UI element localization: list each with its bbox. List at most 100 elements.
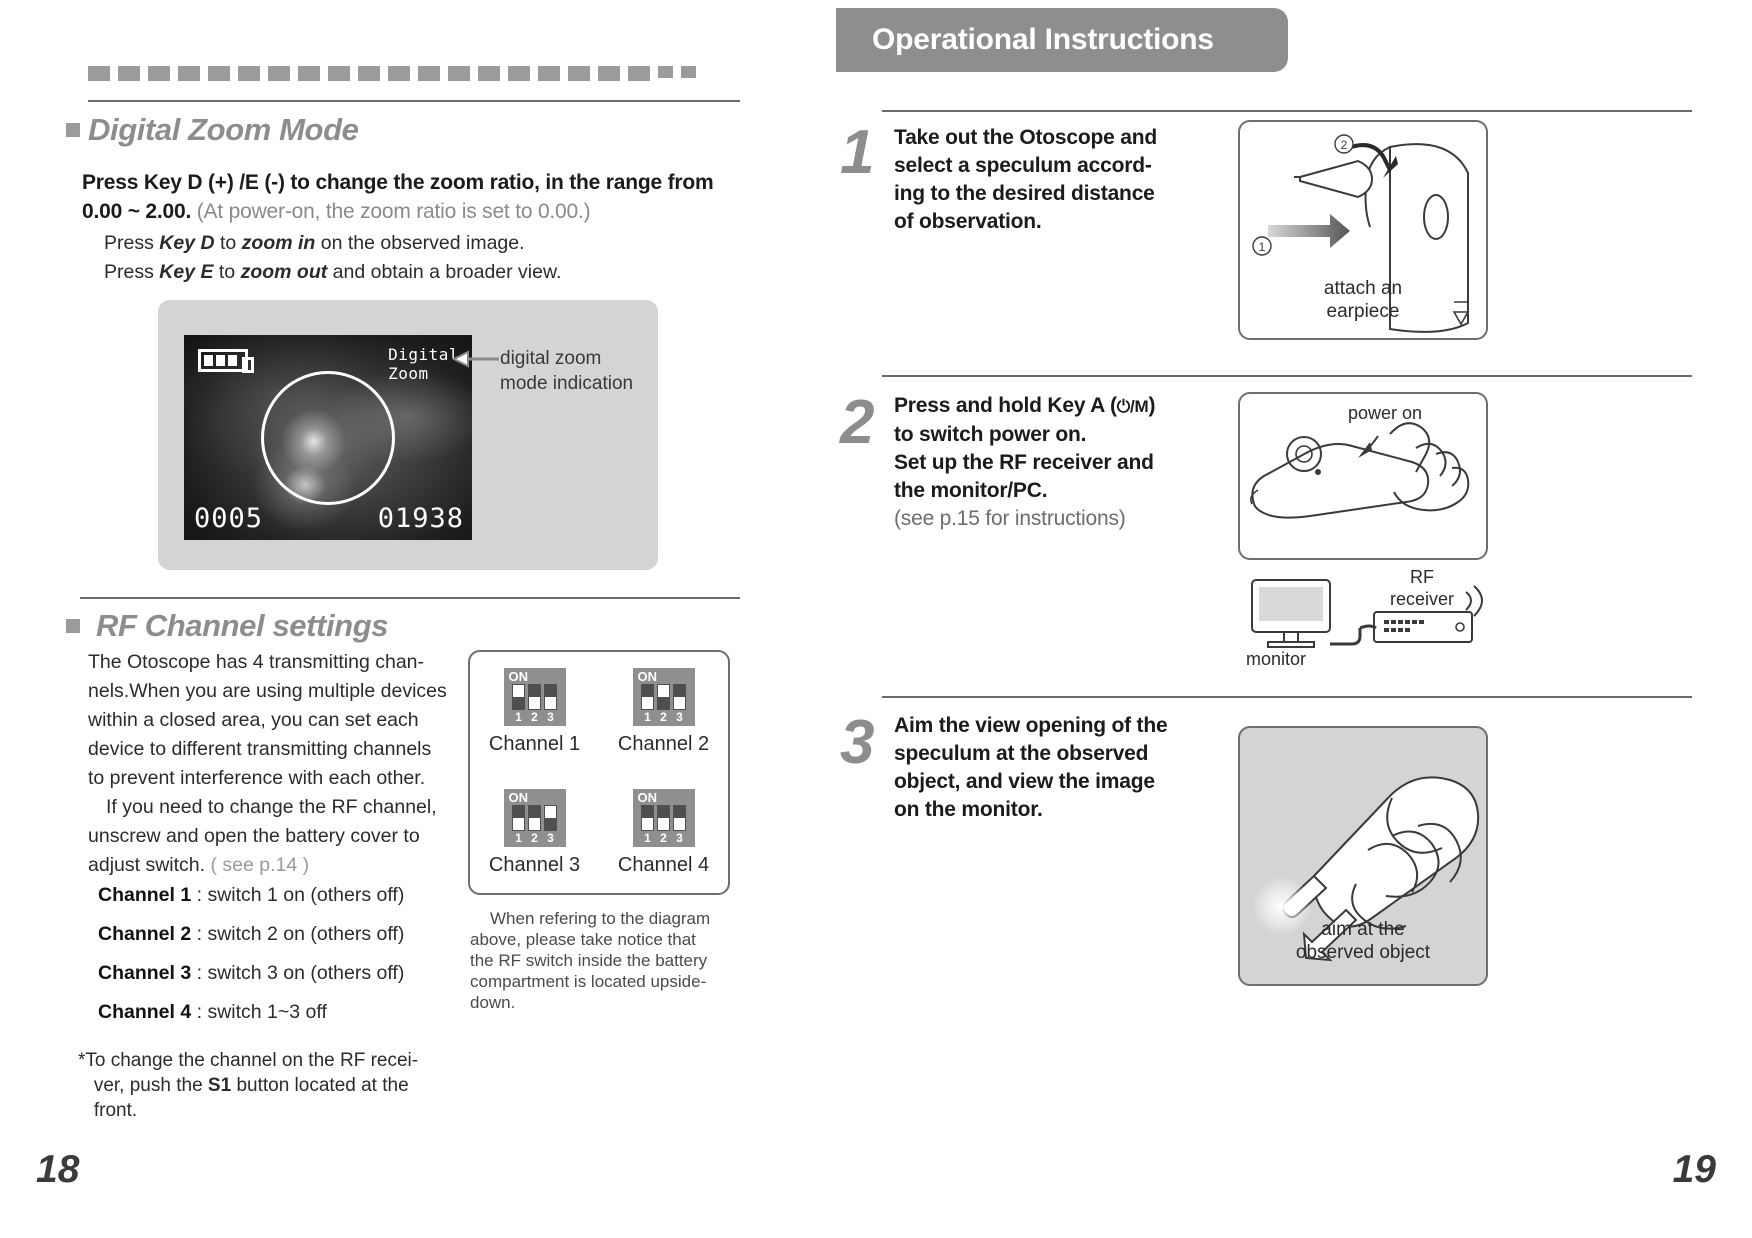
s1-button-label: S1 xyxy=(207,1075,232,1096)
dip-switch-diagram-box: ON 1 2 3 Channel 1 ON 1 2 3 Channel 2 ON… xyxy=(468,650,730,895)
step-2-line-3: Set up the RF receiver and xyxy=(894,451,1154,474)
callout-line-2: mode indication xyxy=(500,373,634,394)
lcd-counter-left: 0005 xyxy=(194,503,264,534)
dip-on-label: ON xyxy=(508,789,529,805)
dip-label-channel-3: Channel 3 xyxy=(488,853,581,876)
dip-label-channel-1: Channel 1 xyxy=(488,733,581,756)
square-bullet-icon xyxy=(66,619,80,633)
divider-step-3 xyxy=(882,696,1692,698)
step-1-line-2: select a speculum accord- xyxy=(894,154,1152,177)
dip-num-2: 2 xyxy=(531,710,538,725)
key-d-post: on the observed image. xyxy=(315,232,525,254)
key-e-mid: to xyxy=(213,261,241,283)
step-1-caption-line-2: earpiece xyxy=(1326,301,1400,322)
illustration-step-1: 1 2 attach an earpiece xyxy=(1238,120,1488,340)
step-3-caption-line-1: aim at the xyxy=(1321,919,1405,940)
dip-note-line-3: the RF switch inside the battery xyxy=(470,951,708,970)
rf-page-reference: ( see p.14 ) xyxy=(210,854,310,876)
rf-p2-line1: If you need to change the RF channel, xyxy=(106,796,437,818)
channel-setting-row: Channel 2 : switch 2 on (others off) xyxy=(98,921,404,948)
channel-2-desc: : switch 2 on (others off) xyxy=(191,923,405,945)
rf-p2-line2: unscrew and open the battery cover to xyxy=(88,825,420,847)
channel-4-name: Channel 4 xyxy=(98,1001,192,1023)
illustration-step-3-caption: aim at the observed object xyxy=(1240,918,1486,964)
channel-4-desc: : switch 1~3 off xyxy=(191,1001,327,1023)
key-d-mid: to xyxy=(214,232,242,254)
svg-text:2: 2 xyxy=(1341,138,1348,152)
zoom-region-circle xyxy=(261,370,395,505)
key-d-pre: Press xyxy=(104,232,160,254)
dip-rocker-3 xyxy=(544,804,557,831)
channel-1-desc: : switch 1 on (others off) xyxy=(191,884,405,906)
dip-label-channel-2: Channel 2 xyxy=(617,733,710,756)
dip-rocker-1 xyxy=(512,684,525,711)
page-number-left: 18 xyxy=(36,1148,80,1191)
step-2-note: (see p.15 for instructions) xyxy=(894,507,1126,530)
power-on-label: power on xyxy=(1348,403,1423,423)
dip-note-line-1: When refering to the diagram xyxy=(490,909,711,928)
lcd-counter-right: 01938 xyxy=(377,503,464,534)
footnote-line-1: *To change the channel on the RF recei- xyxy=(78,1050,419,1071)
rf-paragraph-1: The Otoscope has 4 transmitting chan- ne… xyxy=(88,648,458,793)
lcd-screen: Digital Zoom 0005 01938 xyxy=(184,335,472,540)
dip-num-1: 1 xyxy=(644,830,651,845)
step-3-line-1: Aim the view opening of the xyxy=(894,714,1168,737)
step-2-text: Press and hold Key A (⏻/M) to switch pow… xyxy=(894,392,1224,533)
step-1-text: Take out the Otoscope and select a specu… xyxy=(894,124,1214,236)
channel-setting-row: Channel 4 : switch 1~3 off xyxy=(98,999,327,1026)
channel-3-desc: : switch 3 on (others off) xyxy=(191,962,405,984)
dip-rocker-2 xyxy=(528,684,541,711)
callout-line-1: digital zoom xyxy=(500,348,602,369)
dip-cell-channel-4: ON 1 2 3 Channel 4 xyxy=(599,773,728,894)
key-e-pre: Press xyxy=(104,261,160,283)
decorative-dash-rule xyxy=(88,66,740,84)
lead-paren-text: (At power-on, the zoom ratio is set to 0… xyxy=(196,200,591,223)
dip-switch-channel-1: ON 1 2 3 xyxy=(503,668,566,727)
step-1-caption-line-1: attach an xyxy=(1323,278,1403,299)
step-3-caption-line-2: observed object xyxy=(1295,942,1431,963)
rf-receiver-label-line-2: receiver xyxy=(1390,589,1455,609)
dip-on-label: ON xyxy=(637,789,658,805)
step-1-line-4: of observation. xyxy=(894,210,1042,233)
dip-diagram-note: When refering to the diagram above, plea… xyxy=(470,908,740,1013)
dip-switch-channel-4: ON 1 2 3 xyxy=(632,788,695,847)
digital-zoom-callout: digital zoom mode indication xyxy=(500,346,633,396)
step-number-1: 1 xyxy=(840,118,875,187)
step-3-text: Aim the view opening of the speculum at … xyxy=(894,712,1224,824)
rf-p1-line2: nels.When you are using multiple devices xyxy=(88,680,447,702)
section-title-text: Digital Zoom Mode xyxy=(88,112,359,147)
divider-step-2 xyxy=(882,375,1692,377)
rf-receiver-footnote: *To change the channel on the RF recei- … xyxy=(78,1048,478,1123)
dip-num-1: 1 xyxy=(515,830,522,845)
rf-p1-line5: to prevent interference with each other. xyxy=(88,767,426,789)
digital-zoom-indicator: Digital Zoom xyxy=(388,345,459,383)
callout-arrow-icon xyxy=(452,350,499,368)
illustration-step-3: aim at the observed object xyxy=(1238,726,1488,986)
key-e-label: Key E xyxy=(159,261,214,283)
step-3-line-3: object, and view the image xyxy=(894,770,1155,793)
dip-rocker-3 xyxy=(673,684,686,711)
key-e-post: and obtain a broader view. xyxy=(327,261,562,283)
left-page: Digital Zoom Mode Press Key D (+) /E (-)… xyxy=(0,0,876,1238)
dip-num-1: 1 xyxy=(644,710,651,725)
step-2-line-2: to switch power on. xyxy=(894,423,1087,446)
dip-rocker-1 xyxy=(641,684,654,711)
manual-spread: Digital Zoom Mode Press Key D (+) /E (-)… xyxy=(0,0,1752,1238)
digital-zoom-lead-paragraph: Press Key D (+) /E (-) to change the zoo… xyxy=(82,168,742,226)
illustration-step-1-caption: attach an earpiece xyxy=(1240,277,1486,323)
channel-3-name: Channel 3 xyxy=(98,962,192,984)
dip-cell-channel-1: ON 1 2 3 Channel 1 xyxy=(470,652,599,773)
dip-cell-channel-2: ON 1 2 3 Channel 2 xyxy=(599,652,728,773)
rf-p2-line3-text: adjust switch. xyxy=(88,854,206,876)
dip-rocker-3 xyxy=(544,684,557,711)
svg-text:1: 1 xyxy=(1259,240,1266,254)
page-number-right: 19 xyxy=(1672,1148,1716,1191)
dip-rocker-1 xyxy=(512,804,525,831)
divider-top-left xyxy=(88,100,740,102)
divider-step-1 xyxy=(882,110,1692,112)
channel-setting-row: Channel 3 : switch 3 on (others off) xyxy=(98,960,404,987)
lcd-preview-panel: Digital Zoom 0005 01938 xyxy=(158,300,658,570)
battery-icon xyxy=(198,349,254,373)
dip-label-channel-4: Channel 4 xyxy=(617,853,710,876)
dip-rocker-2 xyxy=(657,684,670,711)
